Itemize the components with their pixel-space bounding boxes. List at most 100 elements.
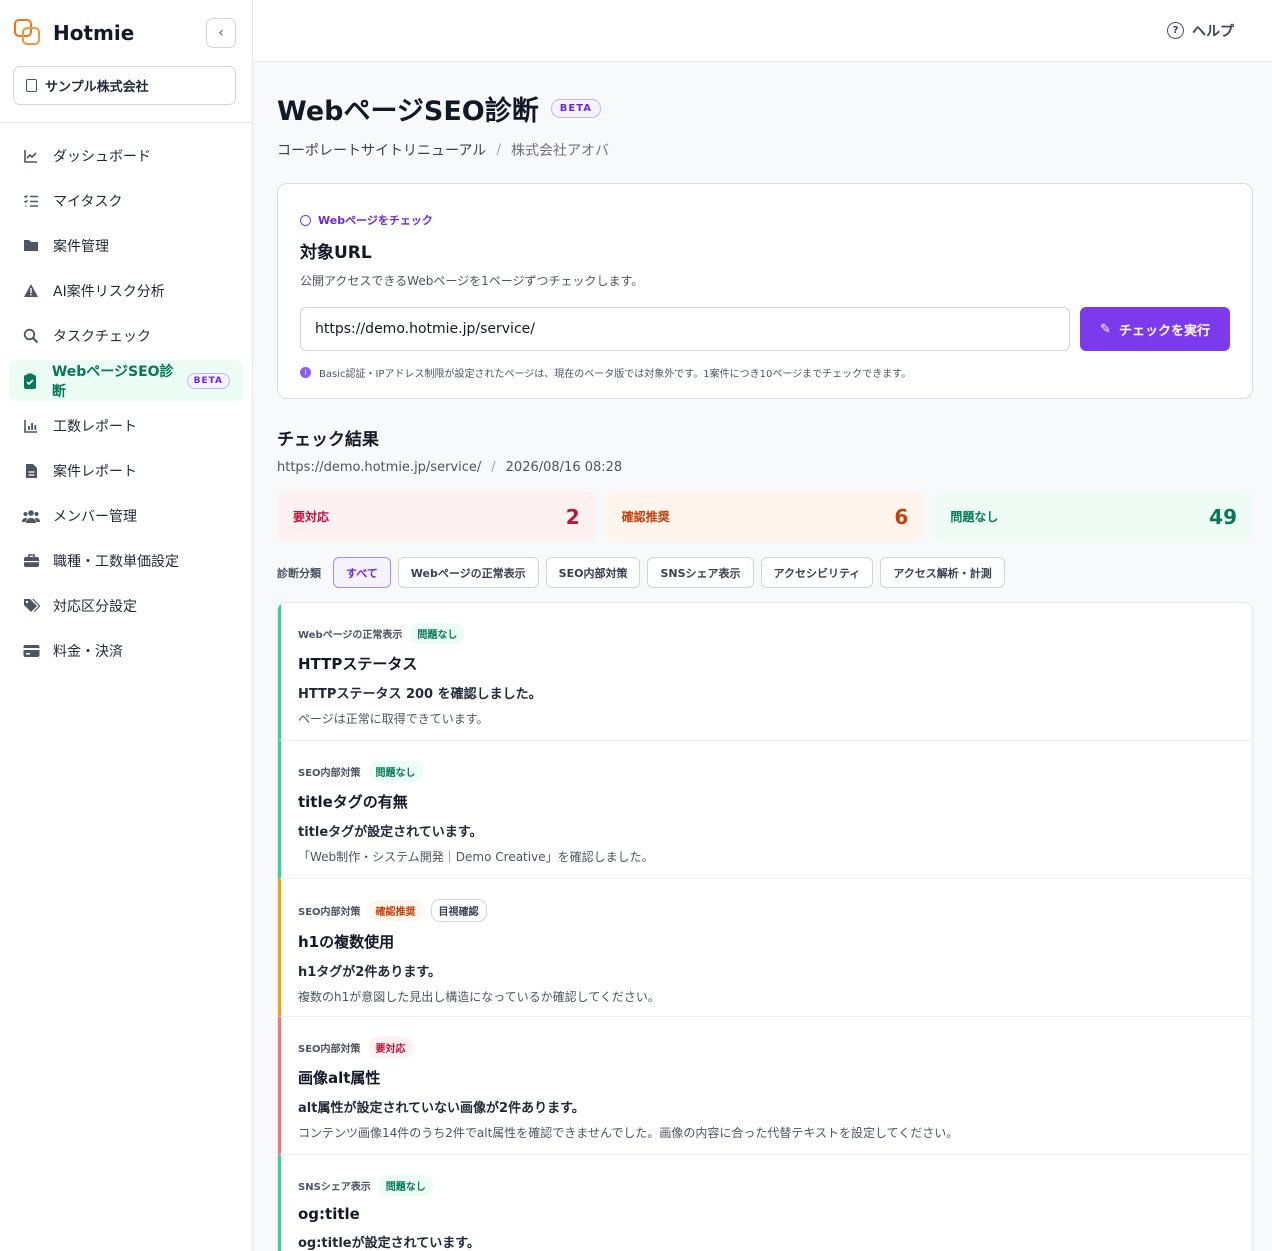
- breadcrumb-project[interactable]: コーポレートサイトリニューアル: [277, 140, 486, 160]
- result-item-head: SEO内部対策 要対応: [298, 1037, 1234, 1058]
- sidebar-item-10[interactable]: 対応区分設定: [9, 585, 243, 626]
- card-note-text: Basic認証・IPアドレス制限が設定されたページは、現在のベータ版では対象外で…: [319, 369, 912, 380]
- help-button[interactable]: ? ヘルプ: [1167, 21, 1234, 41]
- result-description: 「Web制作・システム開発｜Demo Creative」を確認しました。: [298, 850, 654, 864]
- hotmie-logo-icon: [14, 19, 42, 47]
- content: WebページSEO診断 BETA コーポレートサイトリニューアル / 株式会社ア…: [253, 89, 1272, 1251]
- sidebar-item-label: 対応区分設定: [53, 598, 137, 615]
- info-icon: i: [300, 367, 311, 378]
- result-summary: titleタグが設定されています。: [298, 825, 483, 840]
- result-description: 複数のh1が意図した見出し構造になっているか確認してください。: [298, 990, 660, 1004]
- building-icon: [26, 79, 37, 92]
- run-check-label: チェックを実行: [1118, 323, 1210, 339]
- card-tag-label: Webページをチェック: [318, 214, 433, 227]
- sidebar-item-1[interactable]: マイタスク: [9, 180, 243, 221]
- sidebar-item-9[interactable]: 職種・工数単価設定: [9, 540, 243, 581]
- result-summary: HTTPステータス 200 を確認しました。: [298, 687, 542, 702]
- sidebar-item-label: タスクチェック: [53, 328, 151, 345]
- sidebar-beta-badge: BETA: [186, 372, 230, 389]
- sidebar-item-7[interactable]: 案件レポート: [9, 450, 243, 491]
- stat-card-orange[interactable]: 確認推奨 6: [605, 491, 925, 542]
- title-row: WebページSEO診断 BETA: [277, 89, 1253, 128]
- result-item[interactable]: SEO内部対策 確認推奨 目視確認 h1の複数使用 h1タグが2件あります。 複数のh1が…: [278, 879, 1252, 1017]
- filter-chip-3[interactable]: SNSシェア表示: [647, 557, 754, 588]
- collapse-sidebar-button[interactable]: ‹: [206, 18, 236, 48]
- card-tag: Webページをチェック: [300, 212, 1230, 228]
- sidebar-item-11[interactable]: 料金・決済: [9, 630, 243, 671]
- sidebar-item-6[interactable]: 工数レポート: [9, 405, 243, 446]
- filter-chip-4[interactable]: アクセシビリティ: [760, 557, 874, 588]
- checklist-icon: [22, 192, 40, 210]
- sidebar-item-2[interactable]: 案件管理: [9, 225, 243, 266]
- magic-wand-icon: ✎: [1100, 321, 1111, 337]
- main: ? ヘルプ WebページSEO診断 BETA コーポレートサイトリニューアル /…: [253, 0, 1272, 1251]
- sidebar-item-label: メンバー管理: [53, 508, 137, 525]
- sidebar-item-4[interactable]: タスクチェック: [9, 315, 243, 356]
- sidebar-item-label: WebページSEO診断: [51, 363, 174, 400]
- sidebar-item-5[interactable]: WebページSEO診断 BETA: [9, 360, 243, 401]
- sidebar-item-0[interactable]: ダッシュボード: [9, 135, 243, 176]
- chevron-left-icon: ‹: [218, 25, 224, 41]
- result-title: titleタグの有無: [298, 793, 408, 811]
- globe-icon: [300, 214, 311, 226]
- filter-chip-0[interactable]: すべて: [333, 557, 391, 588]
- result-category: SEO内部対策: [298, 768, 361, 779]
- results-url: https://demo.hotmie.jp/service/: [277, 460, 482, 475]
- results-meta-separator: /: [491, 460, 496, 475]
- clipboard-check-icon: [22, 372, 39, 390]
- result-title: 画像alt属性: [298, 1069, 381, 1087]
- result-title: HTTPステータス: [298, 655, 418, 673]
- result-item[interactable]: SEO内部対策 要対応 画像alt属性 alt属性が設定されていない画像が2件あります…: [278, 1017, 1252, 1155]
- help-label: ヘルプ: [1192, 23, 1234, 40]
- result-status-badge: 要対応: [368, 1037, 413, 1058]
- result-item[interactable]: Webページの正常表示 問題なし HTTPステータス HTTPステータス 200 を確…: [278, 603, 1252, 741]
- company-selector[interactable]: サンプル株式会社: [13, 66, 236, 105]
- sidebar-item-3[interactable]: AI案件リスク分析: [9, 270, 243, 311]
- stat-value: 2: [565, 504, 580, 529]
- result-item-head: SEO内部対策 確認推奨 目視確認: [298, 899, 1234, 922]
- warning-icon: [22, 282, 40, 300]
- url-check-card: Webページをチェック 対象URL 公開アクセスできるWebページを1ページずつ…: [277, 183, 1253, 399]
- topbar: ? ヘルプ: [253, 0, 1272, 62]
- result-status-badge: 問題なし: [410, 623, 465, 644]
- breadcrumb-separator: /: [496, 142, 502, 158]
- stat-value: 6: [894, 504, 909, 529]
- stat-card-red[interactable]: 要対応 2: [277, 491, 596, 542]
- credit-card-icon: [22, 642, 40, 660]
- stat-card-green[interactable]: 問題なし 49: [934, 491, 1254, 542]
- question-circle-icon: ?: [1167, 22, 1184, 39]
- sidebar-item-label: 工数レポート: [53, 418, 137, 435]
- breadcrumb-client: 株式会社アオバ: [511, 143, 610, 159]
- card-title: 対象URL: [300, 243, 372, 263]
- url-row: ✎ チェックを実行: [300, 307, 1230, 351]
- stat-label: 確認推奨: [621, 510, 670, 524]
- sidebar-item-label: 案件レポート: [53, 463, 137, 480]
- result-summary: og:titleが設定されています。: [298, 1236, 480, 1251]
- result-summary: alt属性が設定されていない画像が2件あります。: [298, 1101, 585, 1116]
- search-icon: [22, 327, 40, 345]
- sidebar-item-label: マイタスク: [53, 193, 123, 210]
- page-title: WebページSEO診断: [277, 96, 539, 127]
- breadcrumb: コーポレートサイトリニューアル / 株式会社アオバ: [277, 140, 1253, 160]
- users-icon: [22, 507, 40, 525]
- results-meta: https://demo.hotmie.jp/service/ / 2026/0…: [277, 460, 1253, 475]
- result-status-badge: 問題なし: [378, 1175, 433, 1196]
- url-input[interactable]: [300, 307, 1070, 351]
- app: Hotmie ‹ サンプル株式会社 ダッシュボード マイタスク案件管理 AI案件リス…: [0, 0, 1272, 1251]
- sidebar-item-label: ダッシュボード: [53, 148, 151, 165]
- filter-chip-2[interactable]: SEO内部対策: [545, 557, 641, 588]
- result-item[interactable]: SEO内部対策 問題なし titleタグの有無 titleタグが設定されています。 「W…: [278, 741, 1252, 879]
- filter-chip-1[interactable]: Webページの正常表示: [397, 557, 539, 588]
- result-extra-badge: 目視確認: [430, 899, 487, 922]
- card-note: i Basic認証・IPアドレス制限が設定されたページは、現在のベータ版では対象…: [300, 365, 1230, 380]
- brand: Hotmie ‹: [0, 0, 252, 66]
- run-check-button[interactable]: ✎ チェックを実行: [1080, 307, 1230, 351]
- result-status-badge: 確認推奨: [368, 900, 423, 921]
- result-summary: h1タグが2件あります。: [298, 965, 442, 980]
- document-icon: [22, 462, 40, 480]
- result-title: og:title: [298, 1205, 360, 1223]
- result-item[interactable]: SNSシェア表示問題なし og:title og:titleが設定されています。 SN…: [278, 1155, 1252, 1251]
- filter-chip-5[interactable]: アクセス解析・計測: [880, 557, 1005, 588]
- sidebar-item-8[interactable]: メンバー管理: [9, 495, 243, 536]
- result-description: ページは正常に取得できています。: [298, 712, 489, 726]
